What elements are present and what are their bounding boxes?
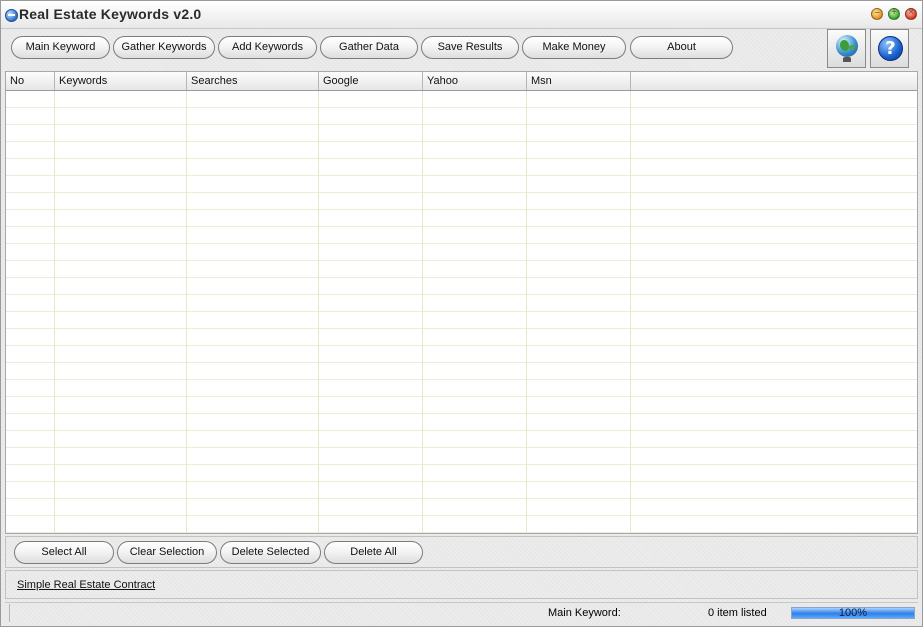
progress-bar: 100%	[791, 607, 915, 619]
about-button[interactable]: About	[630, 36, 733, 59]
column-header-yahoo[interactable]: Yahoo	[423, 72, 527, 90]
main-keyword-button[interactable]: Main Keyword	[11, 36, 110, 59]
close-button[interactable]: ×	[905, 7, 917, 20]
status-separator	[9, 604, 10, 622]
maximize-button[interactable]: +	[888, 7, 900, 20]
add-keywords-button[interactable]: Add Keywords	[218, 36, 317, 59]
progress-text: 100%	[838, 607, 868, 619]
column-header-msn[interactable]: Msn	[527, 72, 631, 90]
grid-header: No Keywords Searches Google Yahoo Msn	[6, 72, 917, 91]
app-window: Real Estate Keywords v2.0 – + × Main Key…	[0, 0, 923, 627]
column-header-keywords[interactable]: Keywords	[55, 72, 187, 90]
grid-body[interactable]	[6, 91, 917, 533]
status-item-count: 0 item listed	[708, 607, 767, 619]
save-results-button[interactable]: Save Results	[421, 36, 519, 59]
close-icon: ×	[908, 7, 914, 18]
app-icon	[5, 9, 18, 22]
window-title: Real Estate Keywords v2.0	[19, 6, 202, 22]
status-main-keyword: Main Keyword:	[548, 607, 621, 619]
globe-icon	[836, 35, 858, 57]
simple-real-estate-contract-link[interactable]: Simple Real Estate Contract	[17, 579, 155, 591]
make-money-button[interactable]: Make Money	[522, 36, 626, 59]
globe-stand-icon	[843, 57, 851, 62]
title-bar[interactable]: Real Estate Keywords v2.0 – + ×	[1, 1, 922, 29]
maximize-icon: +	[891, 7, 897, 18]
delete-selected-button[interactable]: Delete Selected	[220, 541, 321, 564]
globe-button[interactable]	[827, 29, 866, 68]
gather-keywords-button[interactable]: Gather Keywords	[113, 36, 215, 59]
gather-data-button[interactable]: Gather Data	[320, 36, 418, 59]
status-bar	[5, 602, 918, 624]
minimize-button[interactable]: –	[871, 7, 883, 20]
column-header-no[interactable]: No	[6, 72, 55, 90]
column-header-searches[interactable]: Searches	[187, 72, 319, 90]
delete-all-button[interactable]: Delete All	[324, 541, 423, 564]
keywords-grid[interactable]: No Keywords Searches Google Yahoo Msn	[5, 71, 918, 534]
help-button[interactable]: ?	[870, 29, 909, 68]
minimize-icon: –	[874, 7, 880, 18]
column-header-google[interactable]: Google	[319, 72, 423, 90]
help-icon: ?	[878, 36, 903, 61]
clear-selection-button[interactable]: Clear Selection	[117, 541, 217, 564]
select-all-button[interactable]: Select All	[14, 541, 114, 564]
